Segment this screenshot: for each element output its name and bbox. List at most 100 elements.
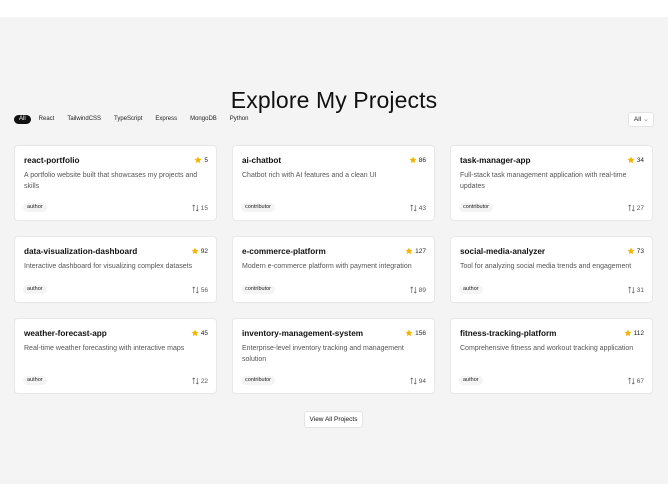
project-card[interactable]: fitness-tracking-platform 112 Comprehens…	[450, 318, 653, 394]
star-icon	[624, 329, 632, 337]
project-name[interactable]: task-manager-app	[460, 156, 531, 165]
filter-bar: All React TailwindCSS TypeScript Express…	[14, 115, 253, 124]
project-card[interactable]: ai-chatbot 86 Chatbot rich with AI featu…	[232, 145, 435, 221]
star-count: 156	[405, 329, 426, 337]
fork-icon	[192, 377, 199, 385]
project-description: A portfolio website built that showcases…	[24, 172, 198, 190]
fork-count-value: 89	[418, 286, 426, 294]
filter-chip-all[interactable]: All	[14, 115, 31, 124]
project-name[interactable]: data-visualization-dashboard	[24, 247, 137, 256]
role-badge: author	[23, 285, 47, 294]
star-count: 5	[194, 156, 208, 164]
project-name[interactable]: social-media-analyzer	[460, 247, 545, 256]
fork-icon	[410, 286, 417, 294]
project-name[interactable]: e-commerce-platform	[242, 247, 326, 256]
star-count: 86	[409, 156, 426, 164]
star-icon	[191, 247, 199, 255]
fork-count: 22	[192, 377, 208, 385]
fork-count-value: 94	[418, 377, 426, 385]
project-card[interactable]: task-manager-app 34 Full-stack task mana…	[450, 145, 653, 221]
project-card[interactable]: e-commerce-platform 127 Modern e-commerc…	[232, 236, 435, 303]
fork-count: 89	[410, 286, 426, 294]
star-count: 92	[191, 247, 208, 255]
star-count-value: 5	[204, 156, 208, 164]
project-grid: react-portfolio 5 A portfolio website bu…	[14, 145, 654, 394]
role-badge: author	[459, 376, 483, 385]
star-icon	[405, 329, 413, 337]
project-card[interactable]: social-media-analyzer 73 Tool for analyz…	[450, 236, 653, 303]
star-count-value: 34	[636, 156, 644, 164]
project-name[interactable]: react-portfolio	[24, 156, 80, 165]
role-badge: author	[459, 285, 483, 294]
fork-count: 43	[410, 204, 426, 212]
star-count-value: 73	[636, 247, 644, 255]
fork-icon	[410, 377, 417, 385]
view-all-projects-button[interactable]: View All Projects	[304, 411, 363, 428]
project-card[interactable]: weather-forecast-app 45 Real-time weathe…	[14, 318, 217, 394]
project-card[interactable]: data-visualization-dashboard 92 Interact…	[14, 236, 217, 303]
star-count-value: 156	[415, 329, 426, 337]
fork-count: 31	[628, 286, 644, 294]
chevron-down-icon	[644, 118, 648, 121]
sort-select-value: All	[633, 116, 642, 123]
star-count: 112	[624, 329, 644, 337]
project-card[interactable]: react-portfolio 5 A portfolio website bu…	[14, 145, 217, 221]
project-name[interactable]: weather-forecast-app	[24, 329, 107, 338]
star-icon	[627, 156, 635, 164]
project-name[interactable]: ai-chatbot	[242, 156, 281, 165]
project-description: Full-stack task management application w…	[460, 172, 627, 190]
project-name[interactable]: inventory-management-system	[242, 329, 363, 338]
fork-icon	[192, 204, 199, 212]
project-name[interactable]: fitness-tracking-platform	[460, 329, 556, 338]
fork-count-value: 43	[418, 204, 426, 212]
fork-count-value: 67	[636, 377, 644, 385]
project-description: Interactive dashboard for visualizing co…	[24, 263, 193, 270]
fork-count: 27	[628, 204, 644, 212]
page-title: Explore My Projects	[230, 87, 438, 113]
filter-chip-typescript[interactable]: TypeScript	[109, 115, 147, 124]
role-badge: contributor	[459, 203, 493, 212]
star-count: 127	[405, 247, 426, 255]
filter-chip-mongodb[interactable]: MongoDB	[185, 115, 222, 124]
fork-count: 94	[410, 377, 426, 385]
project-description: Comprehensive fitness and workout tracki…	[460, 345, 634, 352]
fork-icon	[192, 286, 199, 294]
fork-count-value: 31	[636, 286, 644, 294]
star-icon	[409, 156, 417, 164]
project-card[interactable]: inventory-management-system 156 Enterpri…	[232, 318, 435, 394]
fork-count: 56	[192, 286, 208, 294]
fork-icon	[628, 377, 635, 385]
fork-count: 15	[192, 204, 208, 212]
fork-icon	[410, 204, 417, 212]
role-badge: contributor	[241, 285, 275, 294]
star-count-value: 112	[633, 329, 644, 337]
filter-chip-express[interactable]: Express	[150, 115, 182, 124]
star-count: 45	[191, 329, 208, 337]
sort-select[interactable]: All	[628, 112, 654, 127]
star-count: 73	[627, 247, 644, 255]
project-description: Real-time weather forecasting with inter…	[24, 345, 185, 352]
star-icon	[194, 156, 202, 164]
project-description: Enterprise-level inventory tracking and …	[242, 345, 404, 363]
filter-chip-tailwindcss[interactable]: TailwindCSS	[62, 115, 106, 124]
project-description: Tool for analyzing social media trends a…	[460, 263, 632, 270]
project-description: Chatbot rich with AI features and a clea…	[242, 172, 377, 179]
star-count-value: 127	[415, 247, 426, 255]
star-count: 34	[627, 156, 644, 164]
star-icon	[191, 329, 199, 337]
fork-count-value: 27	[636, 204, 644, 212]
star-icon	[405, 247, 413, 255]
project-description: Modern e-commerce platform with payment …	[242, 263, 412, 270]
fork-count-value: 22	[200, 377, 208, 385]
role-badge: contributor	[241, 203, 275, 212]
star-count-value: 45	[200, 329, 208, 337]
role-badge: author	[23, 203, 47, 212]
fork-count: 67	[628, 377, 644, 385]
fork-count-value: 15	[200, 204, 208, 212]
filter-chip-python[interactable]: Python	[225, 115, 254, 124]
fork-icon	[628, 204, 635, 212]
filter-chip-react[interactable]: React	[34, 115, 60, 124]
fork-count-value: 56	[200, 286, 208, 294]
projects-section: Explore My Projects All React TailwindCS…	[0, 17, 668, 484]
star-icon	[627, 247, 635, 255]
